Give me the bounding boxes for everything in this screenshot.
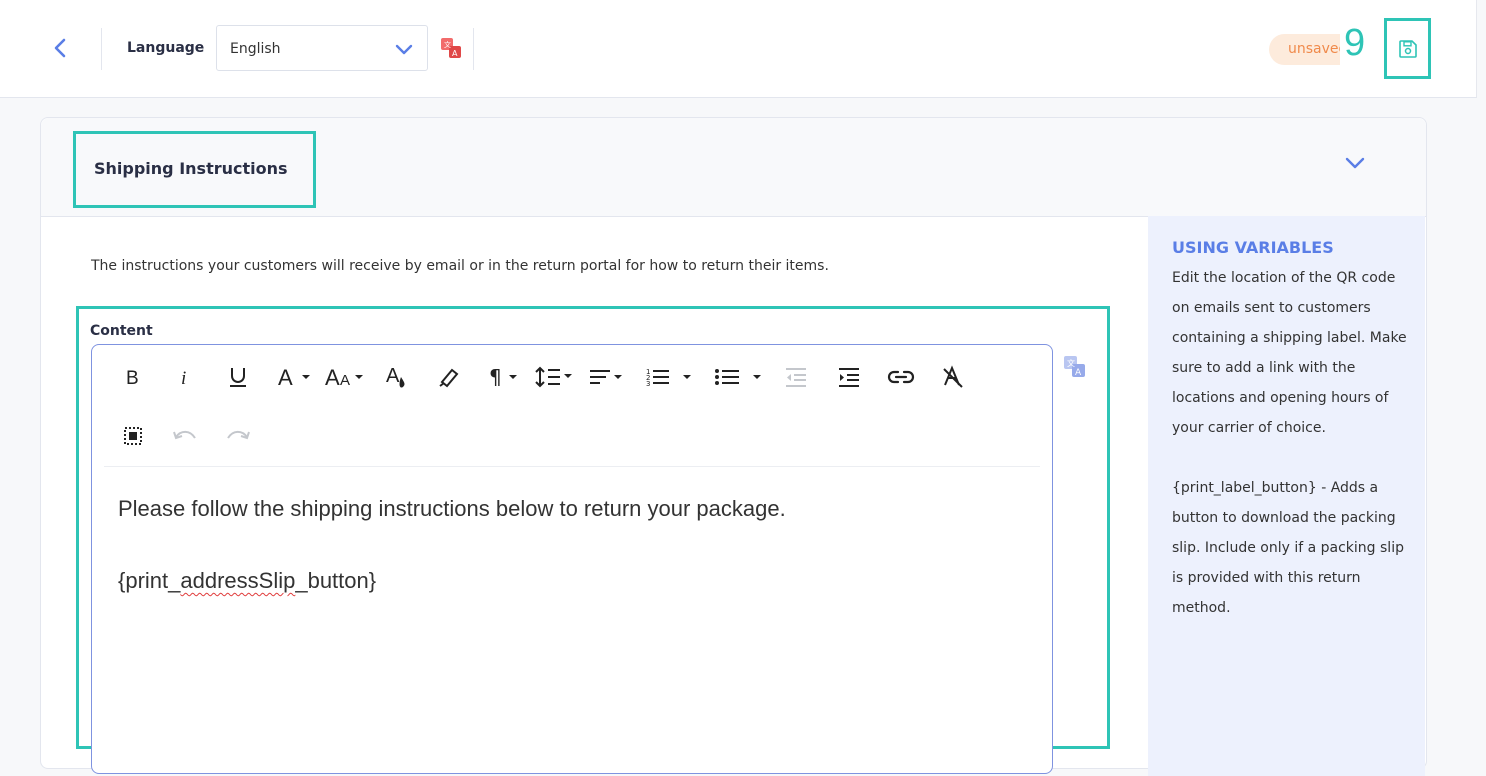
svg-text:A: A <box>452 49 458 58</box>
misspelled-word: addressSlip <box>180 568 296 593</box>
shipping-instructions-card: Shipping Instructions The instructions y… <box>40 117 1427 776</box>
save-button[interactable] <box>1384 18 1431 79</box>
translate-icon[interactable]: 文 A <box>1062 354 1088 380</box>
font-size-button[interactable]: AA <box>324 357 370 397</box>
paragraph-button[interactable]: ¶ <box>482 357 528 397</box>
card-header[interactable]: Shipping Instructions <box>41 118 1426 217</box>
svg-text:3: 3 <box>646 380 650 388</box>
language-select[interactable]: English <box>216 25 428 71</box>
svg-text:A: A <box>386 365 400 387</box>
section-title: Shipping Instructions <box>94 159 288 178</box>
bold-button[interactable]: B <box>113 357 153 397</box>
font-size-icon: AA <box>325 366 363 388</box>
section-title-highlight: Shipping Instructions <box>73 131 316 208</box>
bullet-list-icon <box>715 369 761 385</box>
svg-text:A: A <box>325 366 340 388</box>
highlighter-icon <box>439 368 459 388</box>
content-label: Content <box>90 323 153 339</box>
unsaved-badge: unsaved <box>1269 34 1340 65</box>
undo-icon <box>173 430 196 440</box>
ordered-list-button[interactable]: 123 <box>644 357 700 397</box>
indent-button[interactable] <box>829 357 869 397</box>
align-left-icon <box>590 370 622 384</box>
link-button[interactable] <box>881 357 921 397</box>
annotation-9: 9 <box>1344 22 1366 64</box>
unordered-list-button[interactable] <box>712 357 768 397</box>
link-icon <box>887 370 915 384</box>
font-color-button[interactable]: A <box>273 357 319 397</box>
svg-text:文: 文 <box>444 40 451 49</box>
italic-icon: i <box>181 368 186 387</box>
using-variables-title: USING VARIABLES <box>1172 238 1334 257</box>
editor-line-1: Please follow the shipping instructions … <box>118 496 786 521</box>
svg-text:A: A <box>1075 368 1082 378</box>
clear-format-icon <box>943 365 963 388</box>
svg-text:i: i <box>181 368 186 387</box>
paragraph-icon: ¶ <box>489 366 517 388</box>
save-icon <box>1398 39 1417 58</box>
select-all-button[interactable] <box>113 416 153 456</box>
translate-icon[interactable]: 文 A <box>440 37 462 59</box>
using-variables-text: Edit the location of the QR code on emai… <box>1172 270 1407 616</box>
underline-icon <box>230 368 246 387</box>
editor-line-2: {print_addressSlip_button} <box>118 568 376 594</box>
ordered-list-icon: 123 <box>646 368 691 388</box>
chevron-down-icon[interactable] <box>1344 156 1366 170</box>
text-color-icon: A <box>386 365 405 388</box>
outdent-button[interactable] <box>776 357 816 397</box>
redo-button[interactable] <box>218 416 258 456</box>
variable-suffix: _button} <box>295 568 377 593</box>
top-bar: Language English 文 A unsaved 9 <box>0 0 1477 98</box>
variables-help-panel: USING VARIABLES Edit the location of the… <box>1148 216 1425 776</box>
bold-icon: B <box>126 368 139 387</box>
chevron-down-icon <box>395 44 413 55</box>
variable-prefix: {print_ <box>118 568 181 593</box>
svg-text:文: 文 <box>1067 358 1075 368</box>
clear-format-button[interactable] <box>933 357 973 397</box>
text-color-button[interactable]: A <box>377 357 417 397</box>
font-letter-icon: A <box>278 366 310 388</box>
rich-text-editor[interactable]: B i A AA A ¶ 123 Please follow the shipp… <box>91 344 1053 774</box>
redo-icon <box>227 430 250 440</box>
svg-text:A: A <box>340 372 350 388</box>
back-button[interactable] <box>46 34 74 62</box>
undo-button[interactable] <box>165 416 205 456</box>
divider <box>101 28 102 70</box>
language-label: Language <box>127 40 205 56</box>
align-button[interactable] <box>586 357 632 397</box>
section-description: The instructions your customers will rec… <box>91 258 829 274</box>
select-all-icon <box>124 427 142 445</box>
highlight-button[interactable] <box>429 357 469 397</box>
svg-text:A: A <box>278 366 293 388</box>
divider <box>473 28 474 70</box>
svg-text:¶: ¶ <box>489 366 502 388</box>
line-height-icon <box>535 366 572 388</box>
indent-icon <box>839 368 859 387</box>
italic-button[interactable]: i <box>165 357 205 397</box>
chevron-left-icon <box>54 38 66 58</box>
toolbar-divider <box>104 466 1040 467</box>
svg-text:B: B <box>126 368 139 387</box>
underline-button[interactable] <box>218 357 258 397</box>
language-value: English <box>230 41 281 57</box>
line-height-button[interactable] <box>532 357 578 397</box>
outdent-icon <box>786 368 806 387</box>
